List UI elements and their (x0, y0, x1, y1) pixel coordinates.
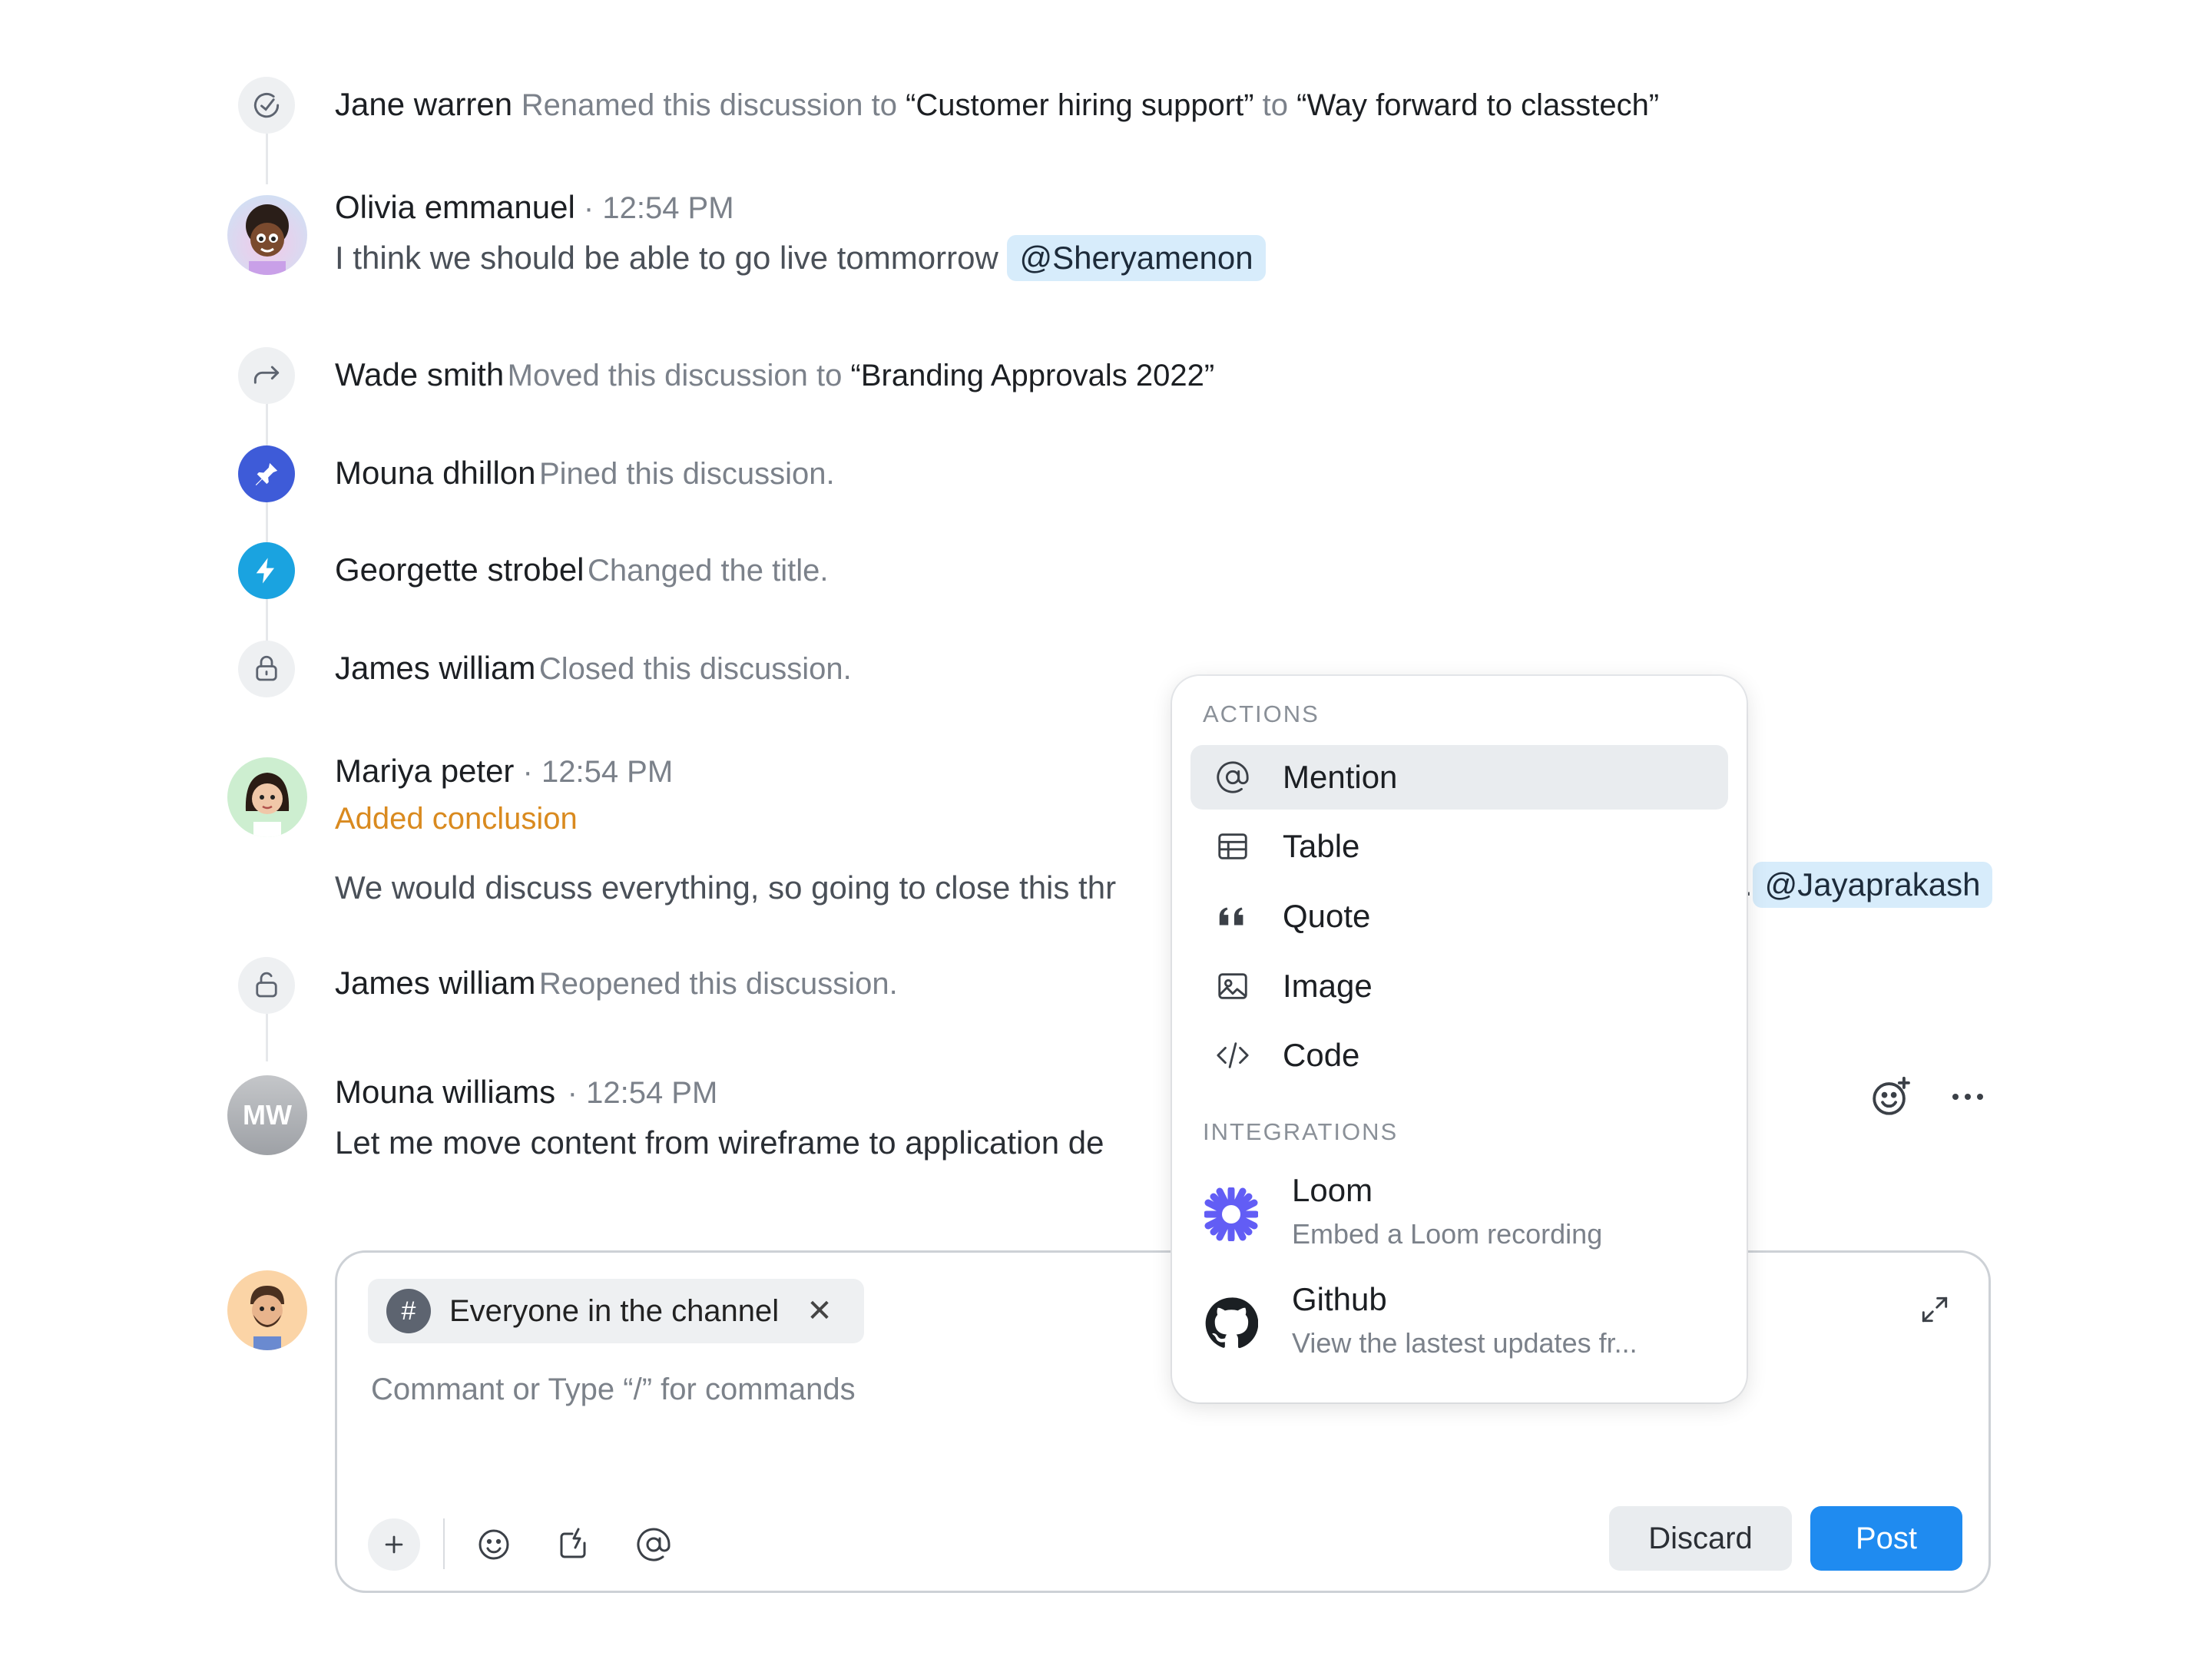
new-title: “Way forward to classtech” (1296, 88, 1660, 122)
actor-name[interactable]: Wade smith (335, 356, 504, 392)
command-menu: ACTIONS Mention Table Quote Image Code I… (1172, 676, 1747, 1402)
pin-icon (238, 445, 295, 502)
message-body: Let me move content from wireframe to ap… (335, 1124, 1104, 1161)
forward-arrow-icon (238, 347, 295, 404)
old-title: “Customer hiring support” (906, 88, 1254, 122)
actor-name[interactable]: James william (335, 650, 535, 686)
message-time: · 12:54 PM (514, 755, 674, 789)
lightning-icon (238, 542, 295, 599)
comment-input[interactable]: Commant or Type “/” for commands (371, 1373, 856, 1407)
menu-item-github[interactable]: Github View the lastest updates fr... (1203, 1281, 1725, 1373)
event-action: Reopened this discussion. (538, 967, 898, 1001)
menu-item-label: Table (1283, 828, 1360, 864)
reopen-event: James william Reopened this discussion. (335, 965, 898, 1002)
check-icon (238, 77, 295, 134)
target-discussion[interactable]: “Branding Approvals 2022” (851, 359, 1215, 392)
quote-icon (1214, 897, 1252, 935)
conclusion-badge: Added conclusion (335, 802, 578, 836)
menu-item-label: Image (1283, 968, 1373, 1004)
actor-name[interactable]: Georgette strobel (335, 551, 584, 588)
actor-name[interactable]: Mouna dhillon (335, 455, 536, 491)
avatar[interactable]: MW (227, 1075, 307, 1155)
mention-tag[interactable]: @Jayaprakash (1752, 862, 1993, 908)
discard-button[interactable]: Discard (1609, 1506, 1792, 1571)
github-icon (1203, 1295, 1260, 1352)
at-mention-icon[interactable] (631, 1522, 677, 1568)
lock-icon (238, 641, 295, 697)
close-event: James william Closed this discussion. (335, 650, 852, 687)
toolbar-divider (443, 1518, 445, 1569)
message-body: I think we should be able to go live tom… (335, 235, 1266, 281)
timeline-connector (266, 599, 268, 647)
message-text: I think we should be able to go live tom… (335, 240, 1008, 276)
message-body: We would discuss everything, so going to… (335, 869, 1116, 906)
avatar[interactable] (227, 195, 307, 275)
audience-chip-label: Everyone in the channel (449, 1293, 780, 1328)
emoji-icon[interactable] (471, 1522, 517, 1568)
integrations-section-header: INTEGRATIONS (1203, 1118, 1399, 1145)
timeline-connector (266, 134, 268, 184)
mention-tag[interactable]: @Sheryamenon (1007, 235, 1266, 281)
message-header: Mariya peter · 12:54 PM (335, 753, 673, 790)
message-body-tail: . @Jayaprakash (1743, 862, 1993, 908)
current-user-avatar[interactable] (227, 1270, 307, 1350)
avatar-initials: MW (243, 1099, 292, 1131)
event-action: Closed this discussion. (538, 652, 852, 686)
title-change-event: Georgette strobel Changed the title. (335, 551, 829, 588)
integration-subtitle: View the lastest updates fr... (1292, 1327, 1637, 1359)
event-action: Pined this discussion. (538, 457, 835, 491)
table-icon (1214, 827, 1252, 866)
timeline-connector (266, 501, 268, 547)
timeline-connector (266, 1014, 268, 1061)
message-header: Mouna williams · 12:54 PM (335, 1074, 717, 1111)
quick-action-icon[interactable] (551, 1522, 597, 1568)
menu-item-label: Code (1283, 1037, 1360, 1073)
event-action: Moved this discussion to (507, 359, 851, 392)
loom-icon (1203, 1186, 1260, 1243)
message-text: Let me move content from wireframe to ap… (335, 1124, 1104, 1161)
actor-name[interactable]: James william (335, 965, 535, 1001)
audience-chip[interactable]: # Everyone in the channel ✕ (368, 1279, 864, 1343)
message-text: We would discuss everything, so going to… (335, 869, 1117, 906)
menu-item-label: Mention (1283, 759, 1398, 795)
avatar[interactable] (227, 757, 307, 837)
add-reaction-icon[interactable] (1866, 1072, 1916, 1121)
menu-item-table[interactable]: Table (1190, 814, 1728, 879)
integration-title: Github (1292, 1281, 1387, 1317)
menu-item-image[interactable]: Image (1190, 954, 1728, 1018)
expand-icon[interactable] (1912, 1286, 1958, 1333)
image-icon (1214, 967, 1252, 1005)
menu-item-label: Quote (1283, 898, 1371, 934)
move-event: Wade smith Moved this discussion to “Bra… (335, 356, 1214, 393)
timeline-connector (266, 402, 268, 450)
actor-name[interactable]: Jane warren (335, 86, 512, 122)
pin-event: Mouna dhillon Pined this discussion. (335, 455, 835, 492)
menu-item-quote[interactable]: Quote (1190, 884, 1728, 949)
menu-item-loom[interactable]: Loom Embed a Loom recording (1203, 1172, 1725, 1264)
menu-item-mention[interactable]: Mention (1190, 745, 1728, 810)
at-icon (1214, 758, 1252, 796)
event-connector-text: to (1253, 88, 1297, 122)
message-time: · 12:54 PM (575, 191, 734, 225)
hash-icon: # (386, 1289, 431, 1333)
unlock-icon (238, 957, 295, 1014)
menu-item-code[interactable]: Code (1190, 1023, 1728, 1088)
code-icon (1214, 1036, 1252, 1075)
message-header: Olivia emmanuel · 12:54 PM (335, 189, 734, 226)
author-name[interactable]: Mariya peter (335, 753, 514, 789)
integration-title: Loom (1292, 1172, 1373, 1208)
author-name[interactable]: Mouna williams (335, 1074, 555, 1110)
message-time: · 12:54 PM (558, 1076, 718, 1110)
more-options-icon[interactable] (1943, 1072, 1992, 1121)
integration-subtitle: Embed a Loom recording (1292, 1218, 1603, 1250)
event-action: Renamed this discussion to (521, 88, 906, 122)
event-action: Changed the title. (587, 554, 829, 588)
add-attachment-button[interactable] (368, 1518, 420, 1571)
rename-event: Jane warren Renamed this discussion to “… (335, 86, 1659, 123)
author-name[interactable]: Olivia emmanuel (335, 189, 575, 225)
remove-chip-icon[interactable]: ✕ (806, 1293, 833, 1329)
post-button[interactable]: Post (1810, 1506, 1962, 1571)
actions-section-header: ACTIONS (1203, 700, 1320, 727)
